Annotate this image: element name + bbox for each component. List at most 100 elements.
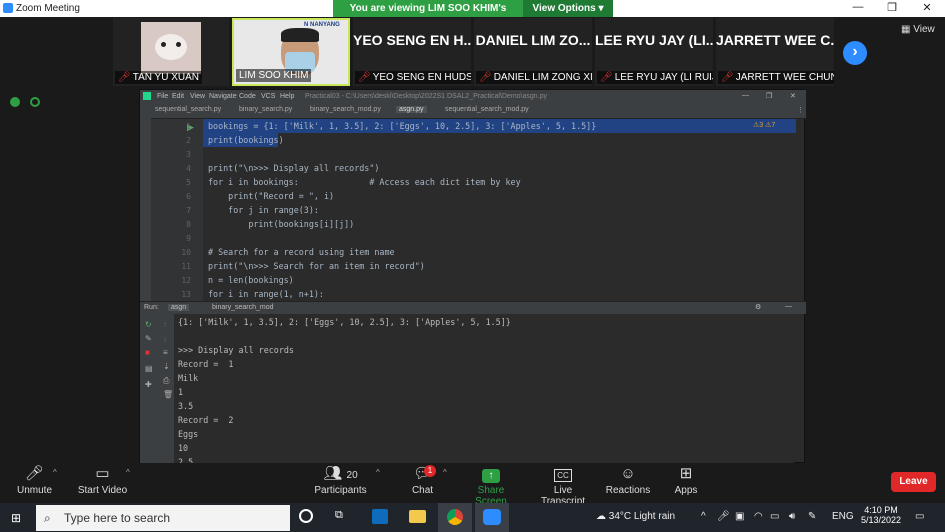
ide-menu-navigate[interactable]: Navigate — [209, 93, 237, 100]
pen-icon[interactable]: ✎ — [808, 511, 816, 522]
ide-close-button[interactable]: ✕ — [790, 92, 796, 100]
tab-sequential-search[interactable]: sequential_search.py — [155, 106, 221, 113]
cortana-icon[interactable] — [299, 509, 313, 523]
run-tab-asgn[interactable]: asgn — [168, 304, 190, 311]
video-tile-active[interactable]: N NANYANG LIM SOO KHIM — [232, 18, 350, 86]
tab-binary-search[interactable]: binary_search.py — [239, 106, 292, 113]
code-line[interactable]: n = len(bookings) — [208, 275, 294, 285]
share-screen-button[interactable]: ↑ Share Screen — [462, 463, 520, 507]
trash-icon[interactable]: 🗑︎ — [163, 390, 173, 399]
tray-app-icon[interactable]: ▣ — [735, 511, 744, 522]
weather-widget[interactable]: ☁ 34°C Light rain — [596, 511, 675, 522]
outlook-app-icon[interactable] — [372, 509, 388, 524]
notifications-icon[interactable]: ▭ — [915, 511, 924, 522]
ide-minimize-button[interactable]: — — [742, 92, 749, 99]
participants-button[interactable]: 👥︎ 20 Participants — [313, 463, 368, 503]
code-line[interactable]: print("\n>>> Search for an item in recor… — [208, 261, 425, 271]
task-view-icon[interactable]: ⧉ — [335, 509, 343, 522]
code-line[interactable]: bookings = {1: ['Milk', 1, 3.5], 2: ['Eg… — [208, 121, 596, 131]
tray-chevron-icon[interactable]: ^ — [701, 511, 706, 522]
code-line[interactable]: print(bookings) — [208, 135, 284, 145]
more-icon[interactable]: ⋮ — [797, 106, 804, 114]
video-tile[interactable]: 🎤︎ TAN YU XUAN — [113, 18, 229, 86]
file-explorer-icon[interactable] — [409, 510, 426, 523]
battery-icon[interactable]: ▭ — [770, 511, 779, 522]
video-tile[interactable]: DANIEL LIM ZO... 🎤︎DANIEL LIM ZONG XIAN — [474, 18, 592, 86]
volume-icon[interactable]: 🔊︎ — [789, 511, 795, 522]
video-tile[interactable]: YEO SENG EN H... 🎤︎YEO SENG EN HUDSON — [353, 18, 471, 86]
live-transcript-button[interactable]: CC Live Transcript — [531, 463, 595, 507]
leave-button[interactable]: Leave — [891, 472, 936, 492]
chevron-up-icon[interactable]: ^ — [376, 468, 380, 477]
view-options-button[interactable]: View Options ▾ — [523, 0, 613, 17]
chevron-up-icon[interactable]: ^ — [53, 468, 57, 477]
ide-menu-edit[interactable]: Edit — [172, 93, 184, 100]
chevron-up-icon[interactable]: ^ — [443, 468, 447, 477]
ide-project-sidebar[interactable] — [140, 104, 151, 301]
clock[interactable]: 4:10 PM 5/13/2022 — [861, 505, 901, 525]
code-line[interactable]: for i in range(1, n+1): — [208, 289, 324, 299]
next-page-arrow-icon[interactable]: › — [843, 41, 867, 65]
ide-menu-file[interactable]: File — [157, 93, 168, 100]
ide-restore-button[interactable]: ❐ — [766, 92, 772, 100]
ide-menu-vcs[interactable]: VCS — [261, 93, 275, 100]
ide-menu-view[interactable]: View — [190, 93, 205, 100]
soft-wrap-icon[interactable]: ≡ — [163, 348, 168, 357]
line-number: 11 — [181, 262, 191, 271]
wifi-icon[interactable]: ◠ — [754, 511, 763, 522]
rerun-icon[interactable]: ↻ — [145, 320, 152, 329]
code-line[interactable]: print(bookings[i][j]) — [208, 219, 354, 229]
pin-icon[interactable]: ✚ — [145, 380, 152, 389]
restore-button[interactable]: ❐ — [882, 1, 902, 14]
code-line[interactable]: print("Record = ", i) — [208, 191, 334, 201]
code-line[interactable]: # Search for a record using item name — [208, 247, 395, 257]
run-tab-binary-search-mod[interactable]: binary_search_mod — [212, 304, 273, 311]
shared-screen-ide: File Edit View Navigate Code VCS Help Pr… — [139, 89, 806, 464]
windows-taskbar: ⊞ ⌕ Type here to search ⧉ ☁ 34°C Light r… — [0, 503, 945, 532]
tab-asgn[interactable]: asgn.py — [396, 106, 427, 113]
code-line[interactable]: for i in bookings: # Access each dict it… — [208, 177, 521, 187]
unmute-button[interactable]: 🎤︎ Unmute — [12, 463, 57, 503]
view-button[interactable]: ▦ View — [901, 24, 935, 35]
windows-start-icon[interactable]: ⊞ — [11, 511, 21, 525]
reactions-button[interactable]: ☺ Reactions — [605, 463, 651, 503]
run-console[interactable]: {1: ['Milk', 1, 3.5], 2: ['Eggs', 10, 2.… — [174, 314, 794, 464]
tab-binary-search-mod[interactable]: binary_search_mod.py — [310, 106, 381, 113]
start-video-button[interactable]: ▭ Start Video — [75, 463, 130, 503]
ide-menu-code[interactable]: Code — [239, 93, 256, 100]
chevron-up-icon[interactable]: ^ — [126, 468, 130, 477]
video-tile[interactable]: LEE RYU JAY (LI... 🎤︎ LEE RYU JAY (LI RUI… — [595, 18, 713, 86]
settings-gear-icon[interactable]: ⚙ — [755, 303, 761, 311]
participant-label: 🎤︎DANIEL LIM ZONG XIAN — [476, 71, 592, 84]
close-button[interactable]: ✕ — [917, 1, 937, 14]
apps-button[interactable]: ⊞ Apps — [670, 463, 702, 503]
tab-sequential-search-mod[interactable]: sequential_search_mod.py — [445, 106, 529, 113]
microphone-icon[interactable]: 🎤︎ — [717, 511, 730, 522]
up-arrow-icon[interactable]: ↑ — [163, 320, 167, 329]
minimize-button[interactable]: — — [848, 1, 868, 13]
scroll-to-end-icon[interactable]: ⇣ — [163, 362, 170, 371]
security-shield-icon[interactable] — [10, 97, 20, 107]
stop-icon[interactable]: ■ — [145, 348, 150, 357]
ide-file-tabs: sequential_search.py binary_search.py bi… — [151, 104, 806, 119]
code-line[interactable]: print("\n>>> Display all records") — [208, 163, 379, 173]
language-indicator[interactable]: ENG — [832, 511, 854, 522]
down-arrow-icon[interactable]: ↓ — [163, 334, 167, 343]
taskbar-search-box[interactable]: ⌕ Type here to search — [36, 505, 290, 531]
video-strip: 🎤︎ TAN YU XUAN N NANYANG LIM SOO KHIM YEO… — [0, 17, 945, 87]
hide-panel-icon[interactable]: — — [785, 303, 792, 310]
zoom-app-active[interactable] — [475, 503, 509, 532]
print-icon[interactable]: ⎙ — [163, 376, 169, 386]
ide-menu-help[interactable]: Help — [280, 93, 294, 100]
warnings-indicator[interactable]: ⚠3 ⚠7 — [753, 121, 775, 129]
participants-icon: 👥︎ 20 — [323, 465, 358, 482]
code-editor[interactable]: bookings = {1: ['Milk', 1, 3.5], 2: ['Eg… — [203, 119, 796, 301]
hair — [281, 28, 319, 42]
recording-status-icon[interactable] — [30, 97, 40, 107]
chrome-app-active[interactable] — [438, 503, 472, 532]
layout-icon[interactable]: ▤ — [145, 364, 153, 373]
wrench-icon[interactable]: ✎ — [145, 334, 152, 343]
code-line[interactable]: for j in range(3): — [208, 205, 319, 215]
video-tile[interactable]: JARRETT WEE C... 🎤︎JARRETT WEE CHUNG ... — [716, 18, 834, 86]
participant-name-large: JARRETT WEE C... — [716, 32, 834, 48]
